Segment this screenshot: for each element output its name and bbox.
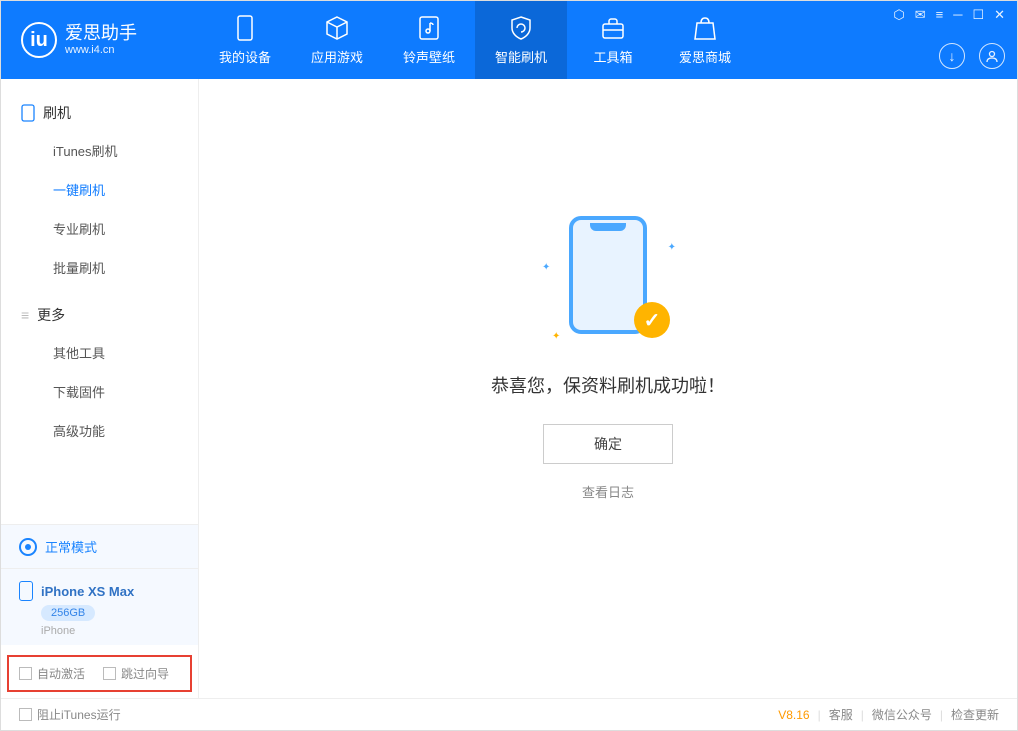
sparkle-icon: ✦	[552, 331, 560, 342]
user-button[interactable]	[979, 43, 1005, 69]
tab-label: 应用游戏	[311, 47, 363, 66]
checkbox-skip-guide[interactable]: 跳过向导	[103, 665, 169, 682]
mode-status-box[interactable]: 正常模式	[1, 524, 198, 569]
checkbox-block-itunes[interactable]: 阻止iTunes运行	[19, 706, 121, 723]
tab-store[interactable]: 爱思商城	[659, 1, 751, 79]
music-file-icon	[416, 15, 442, 41]
sidebar-item-advanced[interactable]: 高级功能	[1, 411, 198, 450]
sidebar-item-oneclick-flash[interactable]: 一键刷机	[1, 170, 198, 209]
tab-label: 我的设备	[219, 47, 271, 66]
separator: |	[861, 708, 864, 722]
app-name: 爱思助手	[65, 24, 137, 44]
success-illustration: ✦ ✦ ✦ ✓	[538, 216, 678, 346]
tab-apps-games[interactable]: 应用游戏	[291, 1, 383, 79]
phone-icon	[21, 104, 35, 122]
sidebar-group-label: 刷机	[43, 103, 71, 123]
mode-indicator-icon	[19, 538, 37, 556]
sidebar-item-other-tools[interactable]: 其他工具	[1, 333, 198, 372]
checkbox-label: 跳过向导	[121, 665, 169, 682]
checkbox-label: 自动激活	[37, 665, 85, 682]
sidebar: 刷机 iTunes刷机 一键刷机 专业刷机 批量刷机 ≡ 更多 其他工具 下载固…	[1, 79, 199, 698]
tab-label: 工具箱	[593, 47, 632, 66]
device-name: iPhone XS Max	[41, 584, 134, 599]
footer-link-support[interactable]: 客服	[829, 706, 853, 723]
nav-tabs: 我的设备 应用游戏 铃声壁纸 智能刷机 工具箱 爱思商城	[199, 1, 751, 79]
mode-label: 正常模式	[45, 537, 97, 556]
bag-icon	[692, 15, 718, 41]
status-bar: 阻止iTunes运行 V8.16 | 客服 | 微信公众号 | 检查更新	[1, 698, 1017, 730]
separator: |	[940, 708, 943, 722]
window-controls: ⬡ ✉ ≡ ─ ☐ ✕ ↓	[893, 1, 1017, 79]
device-phone-icon	[19, 581, 33, 601]
separator: |	[818, 708, 821, 722]
logo-area: iu 爱思助手 www.i4.cn	[1, 22, 199, 58]
shield-refresh-icon	[508, 15, 534, 41]
sparkle-icon: ✦	[668, 242, 676, 253]
tab-smart-flash[interactable]: 智能刷机	[475, 1, 567, 79]
tab-my-device[interactable]: 我的设备	[199, 1, 291, 79]
version-label: V8.16	[778, 708, 809, 722]
device-icon	[232, 15, 258, 41]
shirt-icon[interactable]: ⬡	[893, 7, 904, 23]
tab-label: 智能刷机	[495, 47, 547, 66]
footer-link-wechat[interactable]: 微信公众号	[872, 706, 932, 723]
sidebar-group-flash: 刷机	[1, 95, 198, 131]
close-button[interactable]: ✕	[994, 7, 1005, 23]
checkbox-auto-activate[interactable]: 自动激活	[19, 665, 85, 682]
sparkle-icon: ✦	[542, 262, 550, 273]
device-type: iPhone	[41, 625, 180, 637]
checkmark-badge-icon: ✓	[634, 302, 670, 338]
cube-icon	[324, 15, 350, 41]
feedback-icon[interactable]: ✉	[915, 7, 926, 23]
sidebar-group-more: ≡ 更多	[1, 297, 198, 333]
logo-icon: iu	[21, 22, 57, 58]
tab-label: 爱思商城	[679, 47, 731, 66]
tab-label: 铃声壁纸	[403, 47, 455, 66]
device-info-box[interactable]: iPhone XS Max 256GB iPhone	[1, 569, 198, 645]
device-storage-badge: 256GB	[41, 605, 95, 621]
maximize-button[interactable]: ☐	[972, 7, 984, 23]
flash-options-row: 自动激活 跳过向导	[7, 655, 192, 692]
sidebar-item-batch-flash[interactable]: 批量刷机	[1, 248, 198, 287]
sidebar-item-download-firmware[interactable]: 下载固件	[1, 372, 198, 411]
tab-ringtone-wallpaper[interactable]: 铃声壁纸	[383, 1, 475, 79]
checkbox-icon	[19, 708, 32, 721]
tab-toolbox[interactable]: 工具箱	[567, 1, 659, 79]
checkbox-label: 阻止iTunes运行	[37, 706, 121, 723]
list-icon: ≡	[21, 307, 29, 323]
checkbox-icon	[19, 667, 32, 680]
sidebar-item-itunes-flash[interactable]: iTunes刷机	[1, 131, 198, 170]
footer-link-update[interactable]: 检查更新	[951, 706, 999, 723]
sidebar-group-label: 更多	[37, 305, 65, 325]
minimize-button[interactable]: ─	[953, 7, 962, 23]
app-header: iu 爱思助手 www.i4.cn 我的设备 应用游戏 铃声壁纸 智能刷机 工具…	[1, 1, 1017, 79]
menu-icon[interactable]: ≡	[936, 7, 944, 23]
success-message: 恭喜您，保资料刷机成功啦！	[491, 372, 725, 398]
view-log-link[interactable]: 查看日志	[582, 482, 634, 501]
main-content: ✦ ✦ ✦ ✓ 恭喜您，保资料刷机成功啦！ 确定 查看日志	[199, 79, 1017, 698]
app-url: www.i4.cn	[65, 44, 137, 56]
sidebar-item-pro-flash[interactable]: 专业刷机	[1, 209, 198, 248]
toolbox-icon	[600, 15, 626, 41]
ok-button[interactable]: 确定	[543, 424, 673, 464]
checkbox-icon	[103, 667, 116, 680]
download-button[interactable]: ↓	[939, 43, 965, 69]
